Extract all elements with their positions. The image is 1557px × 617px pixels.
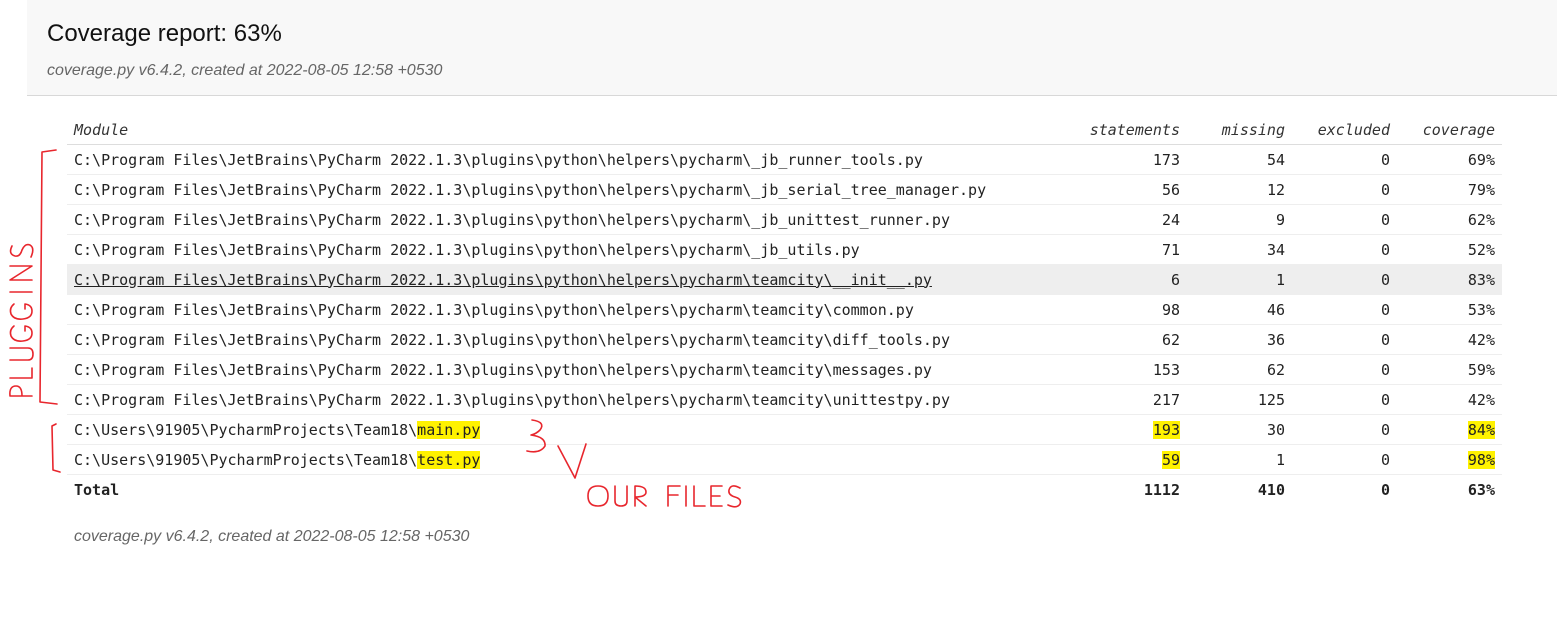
module-link[interactable]: C:\Program Files\JetBrains\PyCharm 2022.… bbox=[74, 271, 932, 289]
statements-cell: 56 bbox=[1081, 174, 1187, 205]
column-header-excluded[interactable]: excluded bbox=[1292, 115, 1397, 145]
total-coverage: 63% bbox=[1467, 480, 1495, 499]
table-row: C:\Program Files\JetBrains\PyCharm 2022.… bbox=[67, 174, 1502, 205]
highlighted-file-name: test.py bbox=[417, 450, 481, 469]
table-row: C:\Program Files\JetBrains\PyCharm 2022.… bbox=[67, 294, 1502, 325]
excluded-cell: 0 bbox=[1292, 354, 1397, 385]
table-row: C:\Program Files\JetBrains\PyCharm 2022.… bbox=[67, 324, 1502, 355]
highlighted-file-name: main.py bbox=[417, 420, 481, 439]
own-files-bracket bbox=[51, 423, 61, 473]
coverage-cell: 83% bbox=[1397, 264, 1502, 295]
excluded-cell: 0 bbox=[1292, 144, 1397, 175]
excluded-cell: 0 bbox=[1292, 204, 1397, 235]
highlighted-statements: 59 bbox=[1161, 450, 1180, 469]
missing-cell: 30 bbox=[1187, 414, 1292, 445]
highlighted-coverage: 84% bbox=[1467, 420, 1495, 439]
module-link[interactable]: C:\Program Files\JetBrains\PyCharm 2022.… bbox=[74, 301, 914, 319]
module-link[interactable]: C:\Users\91905\PycharmProjects\Team18\ma… bbox=[74, 420, 481, 439]
excluded-cell: 0 bbox=[1292, 264, 1397, 295]
statements-cell: 217 bbox=[1081, 384, 1187, 415]
module-link[interactable]: C:\Program Files\JetBrains\PyCharm 2022.… bbox=[74, 331, 950, 349]
excluded-cell: 0 bbox=[1292, 324, 1397, 355]
page-title: Coverage report: 63% bbox=[47, 20, 282, 47]
header-subtitle: coverage.py v6.4.2, created at 2022-08-0… bbox=[47, 62, 443, 79]
module-link[interactable]: C:\Program Files\JetBrains\PyCharm 2022.… bbox=[74, 151, 923, 169]
table-header-row: Module statements missing excluded cover… bbox=[67, 115, 1502, 145]
total-missing: 410 bbox=[1257, 480, 1285, 499]
statements-cell: 62 bbox=[1081, 324, 1187, 355]
plugins-bracket bbox=[39, 149, 58, 405]
table-row-hovered: C:\Program Files\JetBrains\PyCharm 2022.… bbox=[67, 264, 1502, 295]
coverage-cell: 59% bbox=[1397, 354, 1502, 385]
module-link[interactable]: C:\Program Files\JetBrains\PyCharm 2022.… bbox=[74, 391, 950, 409]
total-excluded: 0 bbox=[1380, 480, 1390, 499]
coverage-cell: 42% bbox=[1397, 384, 1502, 415]
total-label: Total bbox=[74, 480, 120, 499]
statements-cell: 59 bbox=[1081, 444, 1187, 475]
coverage-cell: 69% bbox=[1397, 144, 1502, 175]
table-row: C:\Program Files\JetBrains\PyCharm 2022.… bbox=[67, 144, 1502, 175]
statements-cell: 71 bbox=[1081, 234, 1187, 265]
plugins-handwritten-label bbox=[9, 243, 34, 397]
missing-cell: 125 bbox=[1187, 384, 1292, 415]
coverage-cell: 42% bbox=[1397, 324, 1502, 355]
missing-cell: 12 bbox=[1187, 174, 1292, 205]
column-header-statements[interactable]: statements bbox=[1081, 115, 1187, 145]
module-link[interactable]: C:\Program Files\JetBrains\PyCharm 2022.… bbox=[74, 361, 932, 379]
table-row: C:\Program Files\JetBrains\PyCharm 2022.… bbox=[67, 384, 1502, 415]
statements-cell: 6 bbox=[1081, 264, 1187, 295]
column-header-module[interactable]: Module bbox=[67, 115, 1081, 145]
module-link[interactable]: C:\Users\91905\PycharmProjects\Team18\te… bbox=[74, 450, 481, 469]
module-path-prefix: C:\Users\91905\PycharmProjects\Team18\ bbox=[74, 420, 418, 439]
statements-cell: 173 bbox=[1081, 144, 1187, 175]
total-statements: 1112 bbox=[1143, 480, 1180, 499]
highlighted-coverage: 98% bbox=[1467, 450, 1495, 469]
table-row-own-file: C:\Users\91905\PycharmProjects\Team18\te… bbox=[67, 444, 1502, 475]
missing-cell: 9 bbox=[1187, 204, 1292, 235]
missing-cell: 34 bbox=[1187, 234, 1292, 265]
report-header bbox=[27, 0, 1557, 96]
column-header-coverage[interactable]: coverage bbox=[1397, 115, 1502, 145]
module-link[interactable]: C:\Program Files\JetBrains\PyCharm 2022.… bbox=[74, 241, 860, 259]
table-row: C:\Program Files\JetBrains\PyCharm 2022.… bbox=[67, 234, 1502, 265]
excluded-cell: 0 bbox=[1292, 174, 1397, 205]
column-header-missing[interactable]: missing bbox=[1187, 115, 1292, 145]
missing-cell: 62 bbox=[1187, 354, 1292, 385]
coverage-cell: 79% bbox=[1397, 174, 1502, 205]
module-link[interactable]: C:\Program Files\JetBrains\PyCharm 2022.… bbox=[74, 181, 986, 199]
coverage-cell: 62% bbox=[1397, 204, 1502, 235]
coverage-cell: 52% bbox=[1397, 234, 1502, 265]
table-row-own-file: C:\Users\91905\PycharmProjects\Team18\ma… bbox=[67, 414, 1502, 445]
table-row: C:\Program Files\JetBrains\PyCharm 2022.… bbox=[67, 354, 1502, 385]
excluded-cell: 0 bbox=[1292, 294, 1397, 325]
statements-cell: 153 bbox=[1081, 354, 1187, 385]
missing-cell: 54 bbox=[1187, 144, 1292, 175]
module-path-prefix: C:\Users\91905\PycharmProjects\Team18\ bbox=[74, 450, 418, 469]
total-row: Total 1112 410 0 63% bbox=[67, 475, 1502, 505]
statements-cell: 24 bbox=[1081, 204, 1187, 235]
coverage-cell: 53% bbox=[1397, 294, 1502, 325]
report-footer: coverage.py v6.4.2, created at 2022-08-0… bbox=[74, 528, 470, 545]
coverage-cell: 98% bbox=[1397, 444, 1502, 475]
highlighted-statements: 193 bbox=[1152, 420, 1180, 439]
coverage-cell: 84% bbox=[1397, 414, 1502, 445]
statements-cell: 193 bbox=[1081, 414, 1187, 445]
excluded-cell: 0 bbox=[1292, 414, 1397, 445]
missing-cell: 36 bbox=[1187, 324, 1292, 355]
excluded-cell: 0 bbox=[1292, 444, 1397, 475]
module-link[interactable]: C:\Program Files\JetBrains\PyCharm 2022.… bbox=[74, 211, 950, 229]
table-row: C:\Program Files\JetBrains\PyCharm 2022.… bbox=[67, 204, 1502, 235]
missing-cell: 1 bbox=[1187, 264, 1292, 295]
missing-cell: 46 bbox=[1187, 294, 1292, 325]
excluded-cell: 0 bbox=[1292, 234, 1397, 265]
statements-cell: 98 bbox=[1081, 294, 1187, 325]
excluded-cell: 0 bbox=[1292, 384, 1397, 415]
coverage-table: Module statements missing excluded cover… bbox=[67, 115, 1502, 504]
missing-cell: 1 bbox=[1187, 444, 1292, 475]
